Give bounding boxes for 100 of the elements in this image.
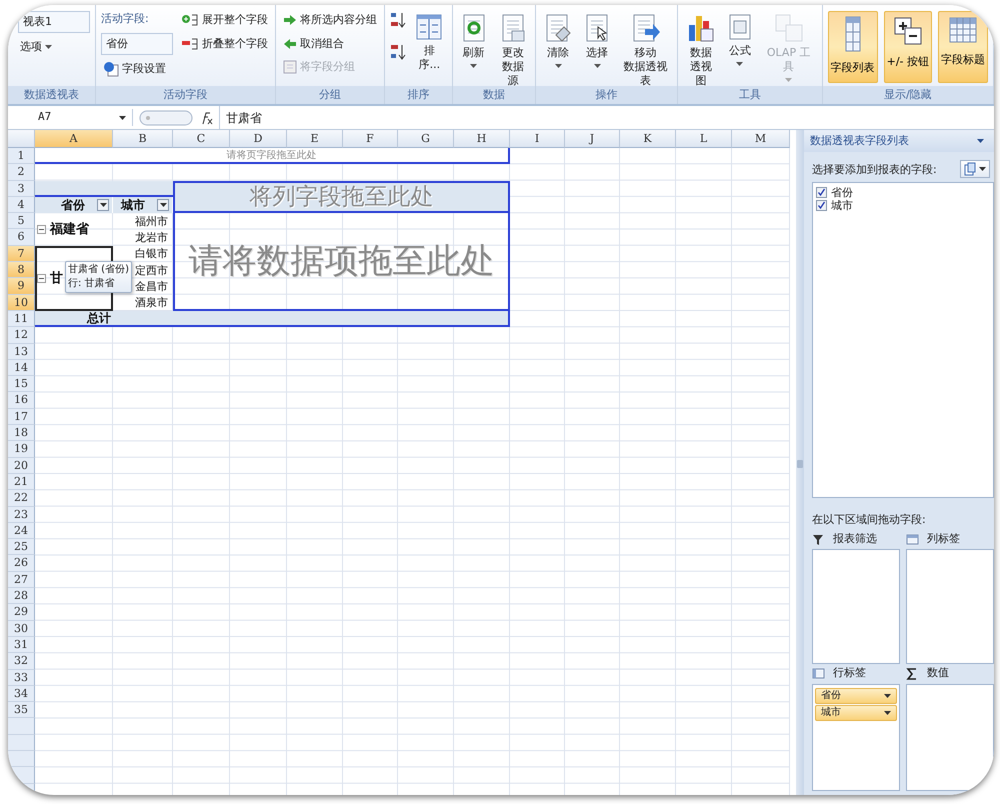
select-all-button[interactable] bbox=[8, 130, 35, 148]
row-header[interactable]: 19 bbox=[8, 441, 35, 458]
ribbon-button[interactable]: 排序... bbox=[412, 11, 447, 83]
row-header[interactable]: 22 bbox=[8, 490, 35, 507]
column-header[interactable]: M bbox=[732, 130, 790, 148]
row-header[interactable]: 29 bbox=[8, 604, 35, 621]
ribbon-button[interactable]: 选择 bbox=[581, 11, 614, 83]
name-box[interactable]: A7 bbox=[38, 109, 52, 126]
drop-area[interactable] bbox=[906, 684, 994, 791]
row-header[interactable]: 23 bbox=[8, 506, 35, 523]
row-header[interactable]: 9 bbox=[8, 278, 35, 295]
column-header[interactable]: L bbox=[676, 130, 732, 148]
formula-field[interactable]: 甘肃省 bbox=[219, 106, 994, 129]
row-header[interactable]: 13 bbox=[8, 344, 35, 360]
row-header[interactable]: 3 bbox=[8, 180, 35, 197]
text-field[interactable]: 视表1 bbox=[18, 11, 90, 33]
column-header[interactable]: J bbox=[565, 130, 620, 148]
toggle-button[interactable]: +/- 按钮 bbox=[884, 11, 932, 83]
ribbon-button[interactable]: 清除 bbox=[541, 11, 576, 83]
row-header[interactable]: 2 bbox=[8, 164, 35, 181]
row-header[interactable]: 33 bbox=[8, 670, 35, 686]
row-header[interactable]: 16 bbox=[8, 392, 35, 409]
row-header[interactable]: 31 bbox=[8, 636, 35, 654]
row-header[interactable]: 1 bbox=[8, 148, 35, 164]
checkbox-row[interactable]: 城市 bbox=[816, 199, 990, 212]
checkbox[interactable] bbox=[816, 187, 827, 198]
layout-button[interactable] bbox=[960, 160, 990, 178]
arrow-icon bbox=[283, 13, 297, 28]
ribbon-button[interactable]: 折叠整个字段 bbox=[179, 34, 270, 53]
row-header[interactable] bbox=[8, 750, 35, 768]
row-header[interactable]: 6 bbox=[8, 229, 35, 246]
field-item[interactable]: 省份 bbox=[815, 688, 897, 704]
row-header[interactable]: 15 bbox=[8, 376, 35, 392]
row-header[interactable]: 21 bbox=[8, 474, 35, 490]
ribbon-button[interactable]: 将所选内容分组 bbox=[281, 11, 379, 30]
row-header[interactable]: 25 bbox=[8, 539, 35, 556]
ribbon-button[interactable]: 字段设置 bbox=[101, 60, 173, 78]
checkbox[interactable] bbox=[816, 200, 827, 211]
row-header[interactable]: 26 bbox=[8, 555, 35, 572]
tooltip-text: 行: 甘肃省 bbox=[68, 277, 116, 291]
column-header[interactable]: G bbox=[398, 130, 454, 148]
row-header[interactable]: 28 bbox=[8, 588, 35, 604]
sort-descending-icon[interactable] bbox=[390, 43, 406, 61]
column-header[interactable]: A bbox=[35, 130, 113, 148]
row-header[interactable]: 20 bbox=[8, 458, 35, 474]
row-header[interactable]: 4 bbox=[8, 196, 35, 214]
drop-area[interactable] bbox=[812, 548, 900, 664]
column-header[interactable]: B bbox=[113, 130, 173, 148]
row-header[interactable]: 10 bbox=[8, 294, 35, 311]
ribbon-button[interactable]: 取消组合 bbox=[281, 34, 379, 53]
column-header[interactable]: C bbox=[173, 130, 230, 148]
dropdown-button[interactable] bbox=[97, 199, 109, 212]
row-header[interactable]: 14 bbox=[8, 360, 35, 376]
toggle-button[interactable]: 字段标题 bbox=[938, 11, 988, 83]
column-header[interactable]: K bbox=[620, 130, 676, 148]
document-icon bbox=[500, 13, 526, 43]
column-header[interactable]: E bbox=[287, 130, 343, 148]
row-header[interactable] bbox=[8, 734, 35, 751]
row-header[interactable]: 18 bbox=[8, 425, 35, 442]
pane-title: 数据透视表字段列表 bbox=[810, 132, 909, 149]
caret-icon[interactable] bbox=[977, 139, 984, 143]
scroll-thumb[interactable] bbox=[797, 460, 803, 468]
ribbon-button[interactable]: 刷新 bbox=[458, 11, 490, 83]
row-header[interactable]: 8 bbox=[8, 262, 35, 278]
row-header[interactable]: 12 bbox=[8, 327, 35, 344]
row-header[interactable]: 27 bbox=[8, 572, 35, 588]
text-field[interactable]: 省份 bbox=[101, 32, 173, 54]
table-cell: 白银市 bbox=[135, 248, 168, 260]
ribbon-button[interactable]: 公式 bbox=[724, 11, 755, 83]
row-header[interactable]: 34 bbox=[8, 686, 35, 702]
row-header[interactable]: 32 bbox=[8, 653, 35, 670]
row-header[interactable]: 7 bbox=[8, 246, 35, 262]
column-header[interactable]: D bbox=[230, 130, 287, 148]
ribbon-button[interactable]: 选项 bbox=[18, 38, 90, 56]
row-header[interactable]: 35 bbox=[8, 702, 35, 718]
row-header[interactable]: 24 bbox=[8, 522, 35, 540]
row-header[interactable]: 5 bbox=[8, 213, 35, 230]
column-header[interactable]: I bbox=[510, 130, 565, 148]
collapse-icon[interactable] bbox=[37, 224, 46, 234]
row-header[interactable]: 11 bbox=[8, 310, 35, 328]
checkbox-row[interactable]: 省份 bbox=[816, 186, 990, 199]
field-item[interactable]: 城市 bbox=[815, 704, 897, 720]
field-header: 城市 bbox=[121, 197, 145, 214]
ribbon-button[interactable]: 展开整个字段 bbox=[179, 11, 270, 30]
caret-icon bbox=[736, 62, 744, 66]
toggle-button[interactable]: 字段列表 bbox=[828, 11, 878, 83]
drop-area[interactable] bbox=[906, 548, 994, 664]
vertical-scrollbar[interactable] bbox=[796, 130, 804, 795]
dropdown-button[interactable] bbox=[157, 199, 169, 212]
ribbon-button[interactable]: 数据 透视图 bbox=[683, 11, 719, 83]
row-header[interactable]: 17 bbox=[8, 408, 35, 426]
row-item-label: 福建省 bbox=[50, 220, 89, 239]
sort-ascending-icon[interactable] bbox=[390, 11, 406, 29]
ribbon-button[interactable]: 移动 数据透视表 bbox=[619, 11, 672, 83]
column-header[interactable]: H bbox=[454, 130, 510, 148]
column-header[interactable]: F bbox=[343, 130, 398, 148]
collapse-icon[interactable] bbox=[37, 274, 46, 283]
drop-area[interactable]: 省份 城市 bbox=[812, 684, 900, 791]
row-header[interactable] bbox=[8, 718, 35, 735]
row-header[interactable]: 30 bbox=[8, 620, 35, 637]
